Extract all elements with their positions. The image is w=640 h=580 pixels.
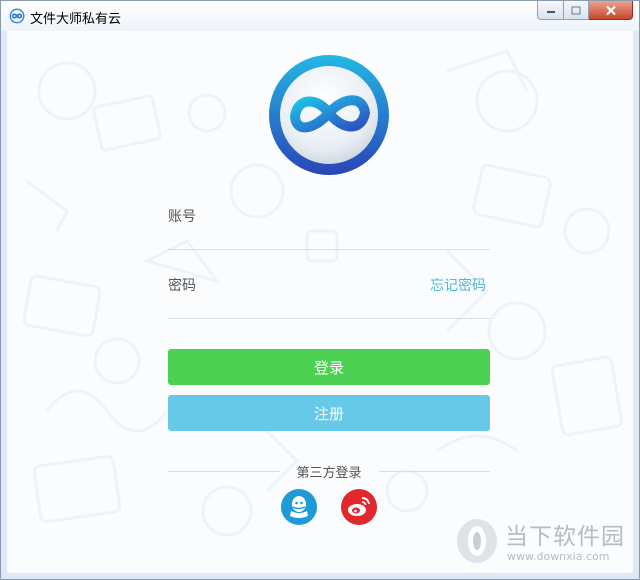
close-icon [605,5,616,15]
login-button[interactable]: 登录 [168,349,490,385]
watermark-logo-icon [457,519,497,563]
divider-right [379,471,490,472]
title-bar[interactable]: 文件大师私有云 [1,1,639,31]
watermark: 当下软件园 www.downxia.com [449,515,633,573]
register-button[interactable]: 注册 [168,395,490,431]
password-label: 密码 [168,277,196,293]
maximize-icon [571,5,581,15]
password-underline [168,318,490,319]
third-party-login-label: 第三方登录 [296,465,362,480]
qq-login-button[interactable] [281,489,317,525]
window-title: 文件大师私有云 [30,11,122,26]
watermark-url: www.downxia.com [507,550,610,563]
weibo-icon [348,497,370,516]
close-button[interactable] [589,1,633,20]
login-panel: 账号 密码 忘记密码 登录 注册 第三方登录 当下软件园 www.downxia… [7,31,633,573]
qq-icon [290,496,308,518]
forgot-password-link[interactable]: 忘记密码 [430,275,486,295]
app-window: 文件大师私有云 账号 密码 忘记密码 登录 注册 第三方登录 当下软件园 www… [0,0,640,580]
app-logo-icon [269,55,389,175]
password-input[interactable] [168,297,490,317]
weibo-login-button[interactable] [341,489,377,525]
minimize-button[interactable] [537,1,564,20]
app-logo-icon [9,8,25,24]
watermark-brand: 当下软件园 [505,524,625,550]
window-controls [537,1,633,21]
minimize-icon [546,11,555,13]
account-input[interactable] [168,227,490,247]
account-label: 账号 [168,208,196,224]
account-underline [168,249,490,250]
maximize-button[interactable] [564,1,589,20]
